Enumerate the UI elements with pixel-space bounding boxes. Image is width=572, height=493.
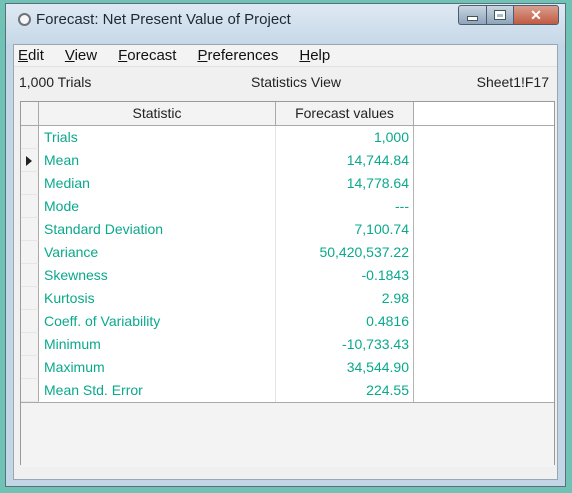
window-controls: ✕ — [458, 5, 559, 25]
row-header[interactable] — [21, 356, 39, 379]
value-cell[interactable]: -10,733.43 — [276, 333, 414, 356]
row-header[interactable] — [21, 379, 39, 402]
value-cell[interactable]: 7,100.74 — [276, 218, 414, 241]
grid-header: Statistic Forecast values — [21, 102, 554, 126]
statistic-cell[interactable]: Coeff. of Variability — [39, 310, 276, 333]
value-cell[interactable]: 224.55 — [276, 379, 414, 402]
table-row[interactable]: Kurtosis 2.98 — [21, 287, 554, 310]
trials-count: 1,000 Trials — [19, 74, 92, 90]
maximize-icon — [494, 10, 506, 20]
row-header[interactable] — [21, 333, 39, 356]
statistic-cell[interactable]: Variance — [39, 241, 276, 264]
menu-edit[interactable]: Edit — [15, 47, 44, 64]
client-area: Edit View Forecast Preferences Help 1,00… — [13, 44, 558, 480]
table-row[interactable]: Mode --- — [21, 195, 554, 218]
column-header-statistic[interactable]: Statistic — [39, 102, 276, 125]
row-header[interactable] — [21, 195, 39, 218]
forecast-window: Forecast: Net Present Value of Project ✕… — [5, 3, 566, 487]
table-row[interactable]: Trials 1,000 — [21, 126, 554, 149]
statistic-cell[interactable]: Standard Deviation — [39, 218, 276, 241]
statistic-cell[interactable]: Median — [39, 172, 276, 195]
statistic-cell[interactable]: Skewness — [39, 264, 276, 287]
view-name: Statistics View — [251, 74, 341, 90]
value-cell[interactable]: 0.4816 — [276, 310, 414, 333]
menu-forecast[interactable]: Forecast — [115, 47, 176, 64]
table-row[interactable]: Median 14,778.64 — [21, 172, 554, 195]
statistics-grid[interactable]: Statistic Forecast values Trials 1,000 Mea… — [20, 101, 555, 467]
statistic-cell[interactable]: Mean Std. Error — [39, 379, 276, 402]
value-cell[interactable]: 2.98 — [276, 287, 414, 310]
cell-reference: Sheet1!F17 — [476, 74, 549, 90]
statistic-cell[interactable]: Trials — [39, 126, 276, 149]
table-row[interactable]: Skewness -0.1843 — [21, 264, 554, 287]
table-row[interactable]: Maximum 34,544.90 — [21, 356, 554, 379]
row-header-corner[interactable] — [21, 102, 39, 125]
grid-rows: Trials 1,000 Mean 14,744.84 Median 14,778.64 M… — [21, 126, 554, 402]
value-cell[interactable]: --- — [276, 195, 414, 218]
app-icon — [18, 13, 31, 26]
minimize-icon — [467, 16, 478, 21]
value-cell[interactable]: 14,744.84 — [276, 149, 414, 172]
row-header[interactable] — [21, 172, 39, 195]
menu-preferences[interactable]: Preferences — [194, 47, 278, 64]
table-row[interactable]: Standard Deviation 7,100.74 — [21, 218, 554, 241]
close-button[interactable]: ✕ — [513, 5, 559, 25]
table-row[interactable]: Mean Std. Error 224.55 — [21, 379, 554, 402]
table-row[interactable]: Coeff. of Variability 0.4816 — [21, 310, 554, 333]
maximize-button[interactable] — [486, 5, 513, 25]
statistic-cell[interactable]: Mode — [39, 195, 276, 218]
table-row[interactable]: Mean 14,744.84 — [21, 149, 554, 172]
table-row[interactable]: Minimum -10,733.43 — [21, 333, 554, 356]
value-cell[interactable]: 14,778.64 — [276, 172, 414, 195]
value-cell[interactable]: 34,544.90 — [276, 356, 414, 379]
menu-help[interactable]: Help — [296, 47, 330, 64]
value-cell[interactable]: 1,000 — [276, 126, 414, 149]
row-header[interactable] — [21, 241, 39, 264]
minimize-button[interactable] — [458, 5, 486, 25]
row-header[interactable] — [21, 218, 39, 241]
value-cell[interactable]: -0.1843 — [276, 264, 414, 287]
statistic-cell[interactable]: Maximum — [39, 356, 276, 379]
row-header[interactable] — [21, 149, 39, 172]
close-icon: ✕ — [530, 6, 542, 23]
menu-view[interactable]: View — [62, 47, 97, 64]
row-header[interactable] — [21, 287, 39, 310]
window-title: Forecast: Net Present Value of Project — [36, 11, 291, 28]
column-header-forecast-values[interactable]: Forecast values — [276, 102, 414, 125]
value-cell[interactable]: 50,420,537.22 — [276, 241, 414, 264]
row-header[interactable] — [21, 310, 39, 333]
statistic-cell[interactable]: Kurtosis — [39, 287, 276, 310]
title-bar[interactable]: Forecast: Net Present Value of Project ✕ — [6, 4, 565, 44]
row-header[interactable] — [21, 126, 39, 149]
statistic-cell[interactable]: Minimum — [39, 333, 276, 356]
menu-bar: Edit View Forecast Preferences Help — [14, 45, 557, 67]
info-bar: 1,000 Trials Statistics View Sheet1!F17 — [14, 70, 557, 94]
table-row[interactable]: Variance 50,420,537.22 — [21, 241, 554, 264]
current-row-arrow-icon — [26, 156, 32, 166]
row-header[interactable] — [21, 264, 39, 287]
statistic-cell[interactable]: Mean — [39, 149, 276, 172]
grid-empty-area — [21, 402, 554, 467]
